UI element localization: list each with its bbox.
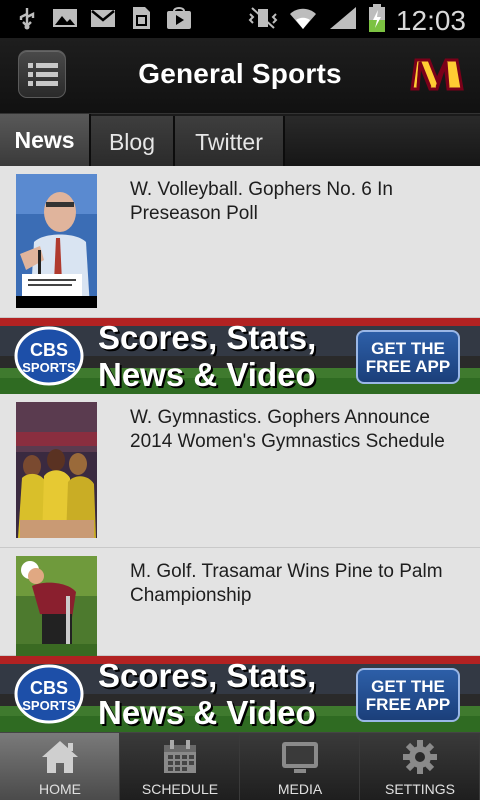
page-title: General Sports <box>138 58 342 89</box>
system-icons: 12:03 <box>248 4 466 37</box>
notification-icons <box>14 6 192 30</box>
get-free-app-button[interactable]: GET THE FREE APP <box>356 330 460 384</box>
tab-news[interactable]: News <box>0 114 91 166</box>
nav-label: HOME <box>39 781 81 797</box>
ad-line-2: News & Video <box>98 356 316 393</box>
ad-line-1: Scores, Stats, <box>98 657 317 694</box>
news-item[interactable]: W. Volleyball. Gophers No. 6 In Preseaso… <box>0 166 480 318</box>
news-thumbnail-golf <box>16 556 97 656</box>
home-icon <box>42 741 78 773</box>
battery-icon <box>368 4 386 37</box>
nav-home[interactable]: HOME <box>0 733 120 800</box>
bottom-nav: HOME SCHEDULE MEDIA SETTINGS <box>0 732 480 800</box>
tab-bar-filler <box>285 116 480 166</box>
news-thumbnail-gymnastics <box>16 402 97 538</box>
news-headline[interactable]: W. Volleyball. Gophers No. 6 In Preseaso… <box>130 178 470 226</box>
svg-text:SPORTS: SPORTS <box>22 698 76 713</box>
get-free-app-button[interactable]: GET THE FREE APP <box>356 668 460 722</box>
ad-copy: Scores, Stats, News & Video <box>98 657 348 731</box>
calendar-icon <box>164 740 196 773</box>
minnesota-m-logo[interactable] <box>410 56 464 92</box>
sim-icon <box>128 6 154 30</box>
tab-twitter[interactable]: Twitter <box>175 116 285 168</box>
tab-bar: News Blog Twitter <box>0 114 480 168</box>
svg-text:SPORTS: SPORTS <box>22 360 76 375</box>
cta-line-2: FREE APP <box>365 357 451 376</box>
clock: 12:03 <box>395 4 466 36</box>
cbs-sports-logo: CBS SPORTS <box>14 326 84 386</box>
ad-banner[interactable]: CBS SPORTS Scores, Stats, News & Video G… <box>0 656 480 732</box>
usb-icon <box>14 6 40 30</box>
ad-banner[interactable]: CBS SPORTS Scores, Stats, News & Video G… <box>0 318 480 394</box>
svg-text:CBS: CBS <box>30 340 68 360</box>
gear-icon <box>403 740 437 774</box>
nav-label: SCHEDULE <box>141 781 219 797</box>
image-icon <box>52 6 78 30</box>
ad-line-1: Scores, Stats, <box>98 319 317 356</box>
wifi-icon <box>288 5 318 36</box>
tab-blog[interactable]: Blog <box>91 116 175 168</box>
news-item[interactable]: W. Gymnastics. Gophers Announce 2014 Wom… <box>0 394 480 548</box>
news-headline[interactable]: W. Gymnastics. Gophers Announce 2014 Wom… <box>130 406 470 454</box>
signal-icon <box>328 5 358 36</box>
cta-line-1: GET THE <box>371 677 445 696</box>
cta-line-2: FREE APP <box>365 695 451 714</box>
play-store-icon <box>166 6 192 30</box>
nav-label: SETTINGS <box>384 781 455 797</box>
nav-settings[interactable]: SETTINGS <box>360 733 480 800</box>
ad-line-2: News & Video <box>98 694 316 731</box>
status-bar: 12:03 <box>0 0 480 38</box>
vibrate-icon <box>248 6 278 35</box>
cbs-sports-logo: CBS SPORTS <box>14 664 84 724</box>
nav-media[interactable]: MEDIA <box>240 733 360 800</box>
cta-line-1: GET THE <box>371 339 445 358</box>
nav-label: MEDIA <box>277 781 323 797</box>
nav-schedule[interactable]: SCHEDULE <box>120 733 240 800</box>
news-headline[interactable]: M. Golf. Trasamar Wins Pine to Palm Cham… <box>130 560 470 608</box>
news-thumbnail-volleyball-coach <box>16 174 97 308</box>
svg-text:CBS: CBS <box>30 678 68 698</box>
gmail-icon <box>90 6 116 30</box>
monitor-icon <box>282 742 318 773</box>
news-item[interactable]: M. Golf. Trasamar Wins Pine to Palm Cham… <box>0 548 480 656</box>
ad-copy: Scores, Stats, News & Video <box>98 319 348 393</box>
app-header: General Sports <box>0 38 480 114</box>
